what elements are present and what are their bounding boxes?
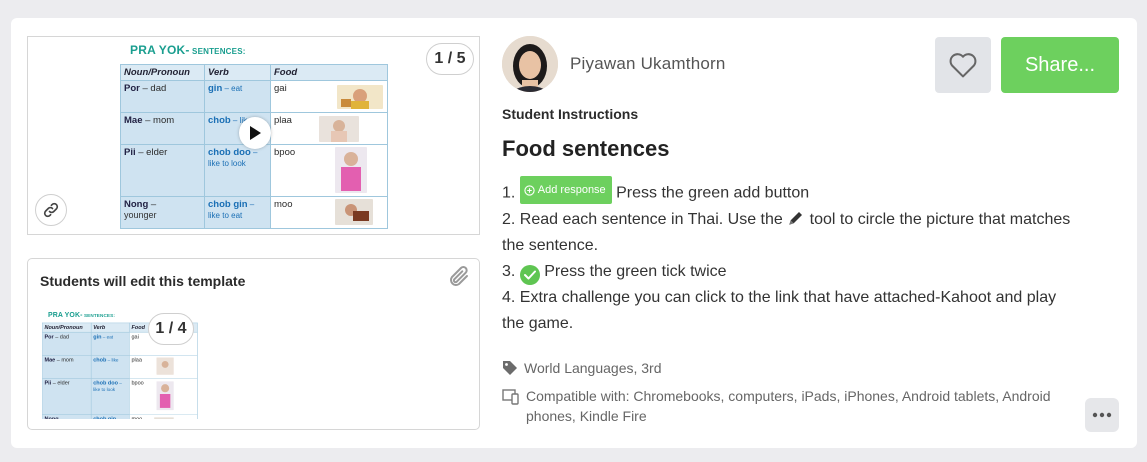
ellipsis-icon [1092,412,1112,418]
author-photo [502,36,558,92]
activity-title: Food sentences [502,136,670,161]
food-photo [335,147,367,193]
pen-icon [789,211,803,225]
more-options-button[interactable] [1085,398,1119,432]
table-header: Verb [204,64,271,81]
link-icon [43,202,59,218]
plus-circle-icon [524,184,535,196]
link-button[interactable] [35,194,67,226]
thumbnail-title: PRA YOK- SENTENCES: [47,310,116,319]
table-row: Nong – younger chob gin – like to eat moo [120,196,388,229]
table-row: Por – dad gin – eat gai [120,80,388,113]
step-3: 3. Press the green tick twice [502,259,1082,285]
slide-title: PRA YOK- SENTENCES: [130,43,246,57]
author-name[interactable]: Piyawan Ukamthorn [570,54,726,74]
step-4: 4. Extra challenge you can click to the … [502,288,1057,332]
share-button[interactable]: Share... [1001,37,1119,93]
food-photo [337,85,383,109]
devices-icon [502,389,519,405]
instructions-label: Student Instructions [502,106,639,122]
instruction-steps: 1. Add response Press the green add butt… [502,176,1082,337]
food-photo [335,199,373,225]
page-counter: 1 / 5 [426,43,474,75]
compatibility-info: Compatible with: Chromebooks, computers,… [502,386,1086,426]
subject-label[interactable]: World Languages, 3rd [524,358,662,378]
step-2: 2. Read each sentence in Thai. Use the t… [502,210,1071,254]
paperclip-icon [450,266,468,286]
activity-preview[interactable]: PRA YOK- SENTENCES: Noun/Pronoun Verb Fo… [27,36,480,235]
activity-card: PRA YOK- SENTENCES: Noun/Pronoun Verb Fo… [11,18,1137,448]
favorite-button[interactable] [935,37,991,93]
play-icon [250,126,261,140]
compatibility-text: Compatible with: Chromebooks, computers,… [526,388,1051,424]
avatar [502,36,558,92]
add-response-chip: Add response [519,176,612,204]
template-page-counter: 1 / 4 [148,313,194,345]
table-row: Pii – elder chob doo – like to look bpoo [120,144,388,197]
subject-tag: World Languages, 3rd [502,358,662,378]
heart-icon [949,53,977,78]
play-button[interactable] [239,117,271,149]
step-1: 1. Add response Press the green add butt… [502,176,1082,207]
tag-icon [503,361,517,375]
table-header: Food [270,64,388,81]
food-photo [319,116,359,142]
table-header: Noun/Pronoun [120,64,205,81]
template-label: Students will edit this template [40,273,246,289]
checkmark-icon [519,264,540,285]
template-panel[interactable]: Students will edit this template PRA YOK… [27,258,480,430]
